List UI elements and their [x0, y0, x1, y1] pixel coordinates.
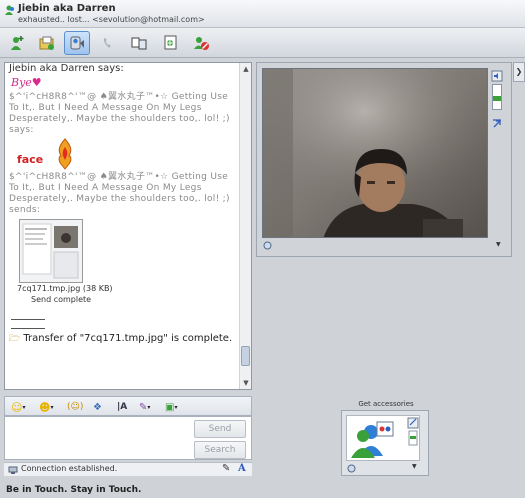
chevron-right-icon: ❯	[515, 67, 523, 76]
search-button[interactable]: Search	[194, 441, 246, 459]
contact-status-message: exhausted.. lost... <sevolution@hotmail.…	[18, 15, 205, 24]
flame-emoticon-icon	[58, 138, 72, 170]
nudge-icon: (☺)	[67, 402, 84, 412]
get-accessories-label[interactable]: Get accessories	[356, 400, 416, 408]
smiley-icon: ☺	[11, 400, 23, 414]
send-files-icon	[39, 36, 54, 50]
conversation-history[interactable]: Jiebin aka Darren says: Bye♥ $^'i^cH8R8^…	[4, 62, 252, 390]
file-name: 7cq171.tmp.jpg (38 KB)	[17, 284, 113, 293]
tagline: Be in Touch. Stay in Touch.	[6, 485, 142, 495]
webcam-video	[262, 68, 488, 238]
emoticon-label: face	[17, 153, 44, 166]
accessories-side-controls[interactable]	[407, 417, 419, 447]
popout-arrow-icon[interactable]	[491, 118, 503, 130]
font-button[interactable]: |A	[117, 400, 127, 414]
font-icon: |A	[117, 402, 128, 412]
activities-icon	[131, 37, 147, 50]
contact-name: Jiebin aka Darren	[18, 3, 116, 14]
volume-slider[interactable]	[492, 84, 502, 110]
file-preview-image	[20, 220, 82, 282]
webcam-side-controls	[490, 68, 504, 138]
connection-icon	[8, 466, 18, 474]
webcam-feed-image	[263, 69, 487, 237]
voice-clip-button[interactable]: ☻ ▾	[39, 400, 53, 414]
sender-display-name-2: $^'i^cH8R8^'™@ ♠翼水丸子™•☆ Getting Use To I…	[9, 172, 230, 215]
send-files-button[interactable]	[34, 31, 60, 55]
invite-contact-button[interactable]	[4, 31, 30, 55]
animated-wink-icon: ❖	[93, 401, 102, 413]
sender-display-name: $^'i^cH8R8^'™@ ♠翼水丸子™•☆ Getting Use To I…	[9, 92, 230, 135]
scroll-down-arrow-icon[interactable]: ▼	[240, 377, 251, 389]
send-button[interactable]: Send	[194, 420, 246, 438]
invite-contact-icon	[11, 36, 24, 50]
divider	[11, 319, 45, 320]
scrollbar-thumb[interactable]	[241, 346, 250, 366]
status-text: Connection established.	[21, 464, 118, 473]
speaker-volume-icon[interactable]	[491, 70, 503, 82]
paintbrush-icon: ✎	[139, 401, 148, 413]
emoticon-button[interactable]: ☺ ▾	[11, 400, 25, 414]
wink-button[interactable]: ❖	[93, 400, 102, 414]
sender-header: Jiebin aka Darren says:	[9, 63, 124, 74]
folder-icon: 🗁	[9, 334, 21, 344]
handwriting-icon[interactable]: ✎	[222, 463, 230, 474]
collapse-panel-button[interactable]: ❯	[513, 62, 525, 82]
webcam-button[interactable]	[64, 31, 90, 55]
status-bar: Connection established. ✎ A	[4, 462, 252, 476]
block-icon	[194, 37, 209, 50]
format-toolbar: ☺ ▾ ☻ ▾ (☺) ❖ |A ✎ ▾ ▣ ▾	[4, 396, 252, 416]
voice-call-icon	[103, 38, 111, 48]
conversation-content: Jiebin aka Darren says: Bye♥ $^'i^cH8R8^…	[9, 63, 239, 345]
typing-mode-icon[interactable]: A	[238, 463, 246, 474]
messenger-window: Jiebin aka Darren exhausted.. lost... <s…	[0, 0, 525, 498]
accessories-menu-arrow-icon[interactable]: ▼	[412, 463, 417, 470]
nudge-button[interactable]: (☺)	[67, 400, 83, 414]
block-button[interactable]	[188, 31, 214, 55]
transfer-complete-text: Transfer of "7cq171.tmp.jpg" is complete…	[23, 333, 233, 344]
activities-button[interactable]	[126, 31, 152, 55]
accessories-settings-icon[interactable]	[347, 464, 356, 473]
file-thumbnail[interactable]	[19, 219, 83, 283]
pictures-button[interactable]: ▣ ▾	[165, 400, 177, 414]
title-bar: Jiebin aka Darren exhausted.. lost... <s…	[0, 0, 525, 28]
wink-icon: ☻	[39, 400, 51, 414]
background-button[interactable]: ✎ ▾	[139, 400, 150, 414]
conversation-scrollbar[interactable]: ▲ ▼	[239, 63, 251, 389]
webcam-menu-arrow-icon[interactable]: ▼	[496, 241, 501, 248]
transfer-complete-message: 🗁 Transfer of "7cq171.tmp.jpg" is comple…	[9, 333, 239, 345]
divider-2	[11, 328, 45, 329]
voice-call-button[interactable]	[96, 31, 122, 55]
scroll-up-arrow-icon[interactable]: ▲	[240, 63, 251, 75]
picture-icon: ▣	[165, 401, 175, 413]
webcam-settings-icon[interactable]	[263, 241, 272, 250]
nudge-text: Bye♥	[11, 76, 42, 89]
games-button[interactable]	[158, 31, 184, 55]
games-icon	[164, 35, 177, 50]
file-transfer-status: Send complete	[31, 295, 92, 304]
messenger-icon	[5, 5, 14, 15]
main-toolbar	[0, 28, 525, 58]
webcam-icon	[70, 36, 84, 50]
emoticon-row: face	[9, 138, 239, 172]
volume-slider-thumb[interactable]	[493, 96, 501, 101]
